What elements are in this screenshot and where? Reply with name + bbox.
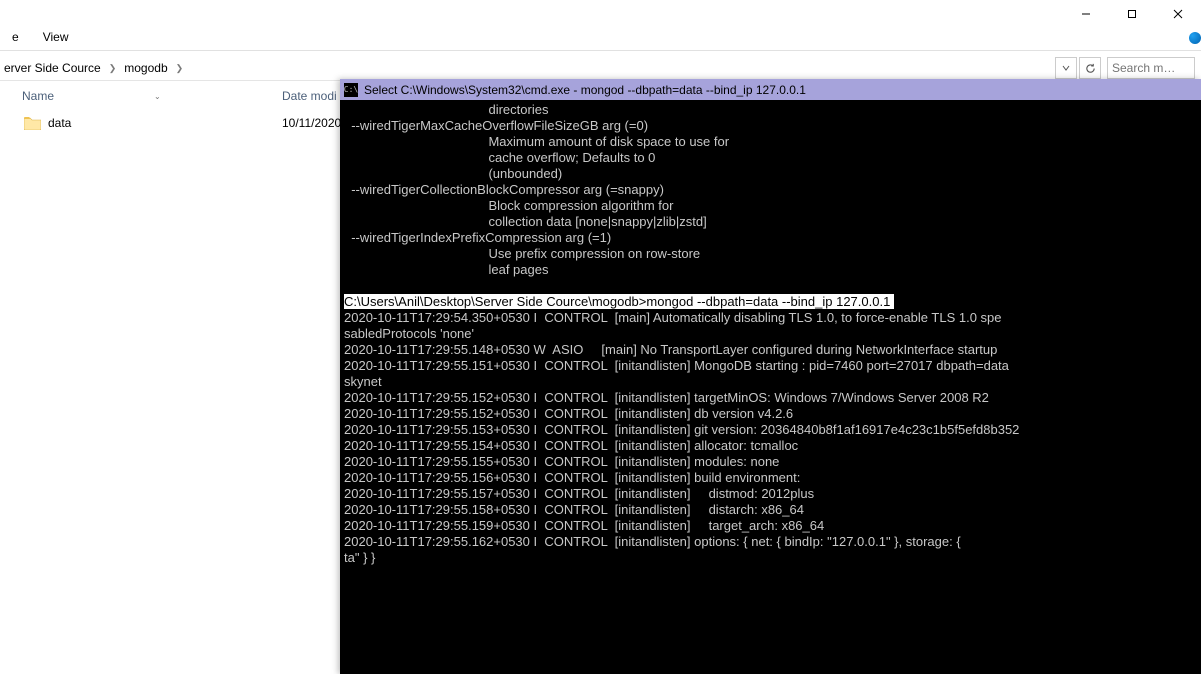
cmd-title-bar[interactable]: C:\ Select C:\Windows\System32\cmd.exe -… [340,79,1201,100]
window-controls [1063,0,1201,28]
search-box[interactable] [1107,57,1195,79]
cmd-body[interactable]: directories --wiredTigerMaxCacheOverflow… [340,100,1201,568]
cmd-icon: C:\ [344,83,358,97]
column-header-name[interactable]: Name ⌄ [22,86,282,106]
sort-caret-icon: ⌄ [154,92,161,101]
cmd-prompt-line: C:\Users\Anil\Desktop\Server Side Cource… [344,294,894,309]
file-name: data [48,116,282,130]
maximize-button[interactable] [1109,0,1155,28]
column-header-date-label: Date modi [282,89,337,103]
address-dropdown-button[interactable] [1055,57,1077,79]
column-header-name-label: Name [22,89,54,103]
breadcrumb-chevron-icon[interactable]: ❯ [172,63,188,74]
refresh-button[interactable] [1079,57,1101,79]
cmd-window[interactable]: C:\ Select C:\Windows\System32\cmd.exe -… [340,79,1201,674]
search-input[interactable] [1112,61,1190,75]
menu-bar: e View [0,28,1201,50]
breadcrumb-item-1[interactable]: mogodb [120,61,171,75]
ribbon-separator [0,50,1201,51]
folder-icon [22,115,42,131]
breadcrumb-item-0[interactable]: erver Side Cource [0,61,105,75]
menu-item-view[interactable]: View [31,28,81,50]
minimize-button[interactable] [1063,0,1109,28]
breadcrumb-chevron-icon[interactable]: ❯ [105,63,121,74]
cmd-title: Select C:\Windows\System32\cmd.exe - mon… [364,82,806,98]
address-bar: erver Side Cource ❯ mogodb ❯ [0,56,1201,80]
close-button[interactable] [1155,0,1201,28]
menu-item-0[interactable]: e [0,28,31,50]
